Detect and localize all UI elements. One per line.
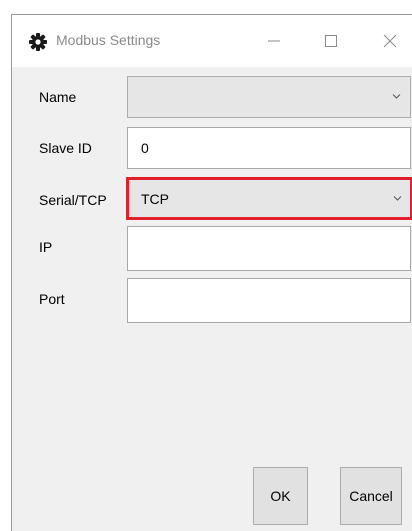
maximize-icon[interactable] bbox=[317, 29, 345, 53]
ip-input[interactable] bbox=[127, 226, 411, 271]
selection-highlight bbox=[126, 177, 412, 220]
serial-tcp-label: Serial/TCP bbox=[39, 192, 107, 208]
close-icon[interactable] bbox=[376, 29, 404, 53]
gear-icon bbox=[29, 33, 47, 51]
slave-id-input[interactable]: 0 bbox=[127, 127, 411, 169]
name-label: Name bbox=[39, 89, 77, 105]
slave-id-label: Slave ID bbox=[39, 140, 92, 156]
port-label: Port bbox=[39, 291, 65, 307]
minimize-icon[interactable] bbox=[260, 29, 288, 53]
ok-button[interactable]: OK bbox=[253, 467, 308, 525]
chevron-down-icon bbox=[392, 94, 401, 99]
modbus-settings-window: Modbus Settings Name Slave ID 0 Serial/T… bbox=[11, 14, 412, 531]
port-input[interactable] bbox=[127, 278, 411, 323]
cancel-button[interactable]: Cancel bbox=[340, 467, 402, 525]
window-title: Modbus Settings bbox=[56, 32, 161, 48]
name-select[interactable] bbox=[127, 76, 411, 118]
ip-label: IP bbox=[39, 239, 53, 255]
slave-id-value: 0 bbox=[141, 140, 149, 156]
title-bar: Modbus Settings bbox=[12, 15, 412, 67]
